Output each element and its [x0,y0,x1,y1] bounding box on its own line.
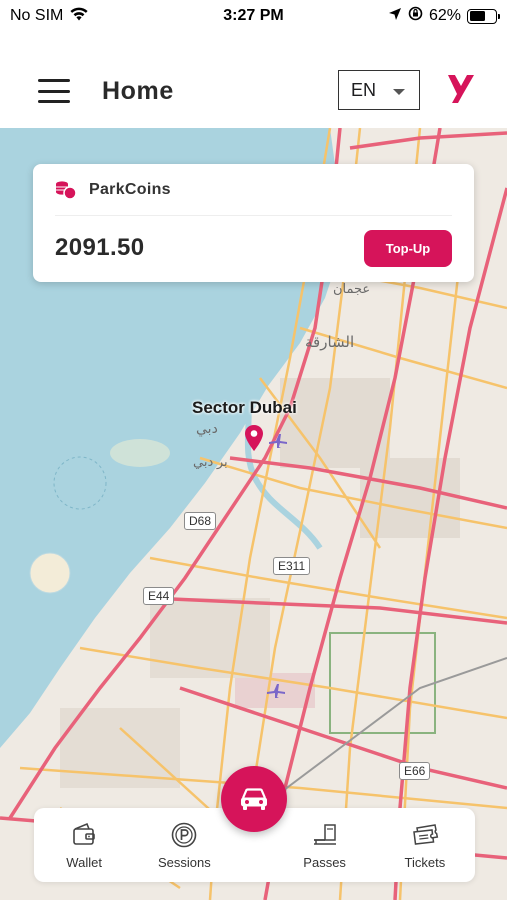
car-fab-button[interactable] [221,766,287,832]
carrier-label: No SIM [10,7,64,24]
language-value: EN [351,79,377,100]
road-shield: D68 [184,512,217,530]
wifi-icon [69,6,89,26]
language-select[interactable]: EN [338,70,420,110]
nav-item-wallet[interactable]: Wallet [34,808,134,882]
passes-icon [313,824,336,845]
orientation-lock-icon [408,6,423,26]
road-shield: E311 [273,557,311,575]
nav-item-tickets[interactable]: Tickets [375,808,475,882]
road-shield: E66 [399,762,431,780]
chevron-down-icon [393,89,405,95]
parkcoins-card: ParkCoins 2091.50 Top-Up [33,164,474,282]
nav-label: Wallet [66,855,102,870]
page-title: Home [102,76,174,105]
road-shield: E44 [143,587,175,605]
location-arrow-icon [388,7,402,26]
hamburger-icon[interactable] [38,79,70,103]
nav-label: Passes [303,855,346,870]
parking-sessions-icon [172,822,197,848]
map-place-label: عجمان [333,281,371,296]
nav-label: Tickets [404,855,446,870]
status-bar: No SIM 3:27 PM 62% [0,0,507,32]
app-header: Home EN [0,55,507,127]
map-pin-icon[interactable] [244,424,264,452]
coins-icon [56,180,77,200]
tickets-icon [413,824,439,845]
map-place-label: بر دبي [193,454,228,469]
brand-logo[interactable] [446,72,476,106]
battery-percent: 62% [428,7,461,24]
map-place-label: الشارقة [305,334,355,351]
sector-label: Sector Dubai [192,398,297,417]
nav-item-passes[interactable]: Passes [275,808,375,882]
top-up-button[interactable]: Top-Up [364,229,452,267]
coins-balance: 2091.50 [55,234,145,261]
map-place-label: دبي [196,420,218,436]
car-icon [241,788,267,810]
parkcoins-label: ParkCoins [89,180,171,198]
wallet-icon [73,822,95,845]
airport-icon [267,684,285,698]
battery-icon [467,8,500,24]
nav-item-sessions[interactable]: Sessions [134,808,234,882]
airport-icon [269,434,287,448]
nav-label: Sessions [158,855,211,870]
